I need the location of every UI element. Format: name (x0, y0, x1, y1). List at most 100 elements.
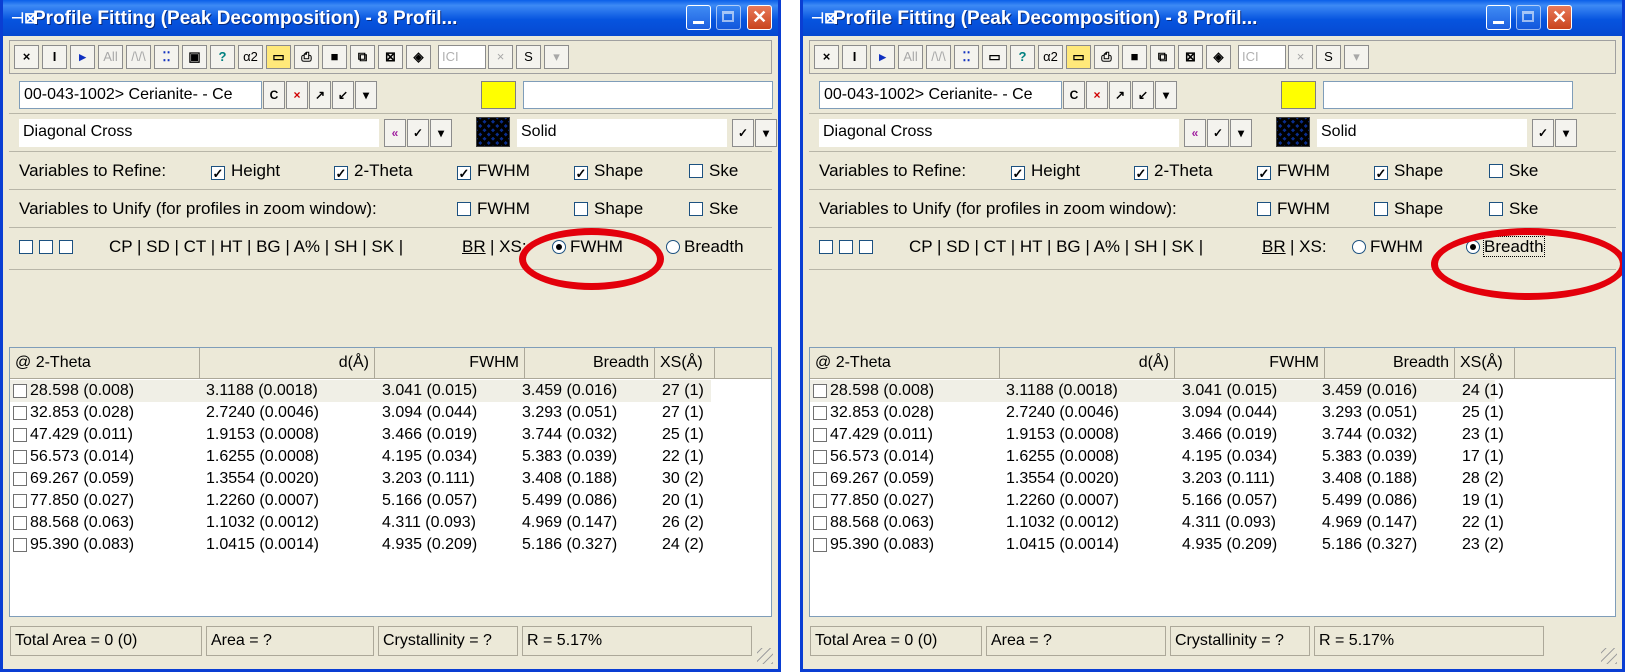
print-icon[interactable]: ⎙ (1094, 45, 1119, 69)
phase-dropdown[interactable]: ▾ (1155, 81, 1177, 109)
row-checkbox[interactable] (13, 428, 27, 442)
col-breadth-header[interactable]: Breadth (525, 348, 655, 378)
table-row[interactable]: 47.429 (0.011) 1.9153 (0.0008) 3.466 (0.… (10, 424, 771, 446)
help-icon[interactable]: ? (210, 45, 235, 69)
copy-icon[interactable]: ⧉ (1150, 45, 1175, 69)
col-fwhm-header[interactable]: FWHM (375, 348, 525, 378)
line-check-icon[interactable]: ✓ (732, 119, 754, 147)
alpha2-icon[interactable]: α2 (238, 45, 263, 69)
minimize-button[interactable] (686, 5, 711, 30)
toolbar-s-button[interactable]: S (1316, 45, 1341, 69)
grid-dots-icon[interactable]: ⁚⁚ (154, 45, 179, 69)
pattern-dropdown[interactable]: ▾ (430, 119, 452, 147)
phase-color-swatch[interactable] (1281, 81, 1316, 109)
col-xs-header[interactable]: XS(Å) (655, 348, 715, 378)
cursor-i-button[interactable]: I (42, 45, 67, 69)
unify-shape[interactable]: Shape (574, 199, 643, 219)
unify-fwhm[interactable]: FWHM (1257, 199, 1330, 219)
col-breadth-header[interactable]: Breadth (1325, 348, 1455, 378)
resize-grip[interactable] (1601, 648, 1617, 664)
toolbar-x-button[interactable]: × (488, 45, 513, 69)
table-row[interactable]: 88.568 (0.063) 1.1032 (0.0012) 4.311 (0.… (810, 512, 1615, 534)
unify-skew[interactable]: Ske (1489, 199, 1538, 219)
column-codes[interactable]: CP | SD | CT | HT | BG | A% | SH | SK | (909, 237, 1203, 257)
row-checkbox[interactable] (813, 516, 827, 530)
xs-fwhm-radio[interactable]: FWHM (1352, 237, 1423, 257)
option-checkboxes[interactable] (819, 237, 879, 257)
all-button[interactable]: All (98, 45, 123, 69)
toolbar-input[interactable]: ICI (1238, 45, 1286, 69)
row-checkbox[interactable] (13, 494, 27, 508)
table-row[interactable]: 69.267 (0.059) 1.3554 (0.0020) 3.203 (0.… (10, 468, 771, 490)
refine-skew[interactable]: Ske (1489, 161, 1538, 181)
row-checkbox[interactable] (13, 406, 27, 420)
play-icon[interactable]: ▸ (870, 45, 895, 69)
line-dropdown[interactable]: ▾ (755, 119, 777, 147)
col-d-header[interactable]: d(Å) (1000, 348, 1175, 378)
export-icon[interactable]: ⊠ (1178, 45, 1203, 69)
gem-icon[interactable]: ◈ (1206, 45, 1231, 69)
unify-fwhm[interactable]: FWHM (457, 199, 530, 219)
phase-delete-button[interactable]: × (1086, 81, 1108, 109)
close-profile-button[interactable]: × (814, 45, 839, 69)
table-row[interactable]: 47.429 (0.011) 1.9153 (0.0008) 3.466 (0.… (810, 424, 1615, 446)
play-icon[interactable]: ▸ (70, 45, 95, 69)
peaks-icon[interactable]: /\/\ (926, 45, 951, 69)
row-checkbox[interactable] (813, 538, 827, 552)
table-row[interactable]: 28.598 (0.008) 3.1188 (0.0018) 3.041 (0.… (810, 380, 1504, 402)
cursor-i-button[interactable]: I (842, 45, 867, 69)
line-dropdown[interactable]: ▾ (1555, 119, 1577, 147)
phase-c-button[interactable]: C (1063, 81, 1085, 109)
row-checkbox[interactable] (13, 516, 27, 530)
pattern-check-icon[interactable]: ✓ (1207, 119, 1229, 147)
toolbar-dropdown[interactable]: ▾ (1344, 45, 1369, 69)
row-checkbox[interactable] (13, 538, 27, 552)
panel-icon[interactable]: ▣ (182, 45, 207, 69)
pattern-swatch[interactable] (1276, 117, 1310, 147)
phase-field[interactable]: 00-043-1002> Cerianite- - Ce (819, 81, 1062, 109)
phase-extra-select[interactable] (1323, 81, 1573, 109)
refine-2theta[interactable]: ✓ 2-Theta (1134, 161, 1213, 181)
pattern-check-icon[interactable]: ✓ (407, 119, 429, 147)
pattern-up-icon[interactable]: « (1184, 119, 1206, 147)
toolbar-dropdown[interactable]: ▾ (544, 45, 569, 69)
row-checkbox[interactable] (813, 472, 827, 486)
close-button[interactable]: ✕ (1547, 5, 1572, 30)
row-checkbox[interactable] (813, 384, 827, 398)
phase-down-button[interactable]: ↙ (1132, 81, 1154, 109)
table-row[interactable]: 32.853 (0.028) 2.7240 (0.0046) 3.094 (0.… (10, 402, 771, 424)
unify-skew[interactable]: Ske (689, 199, 738, 219)
print-icon[interactable]: ⎙ (294, 45, 319, 69)
folder-icon[interactable]: ▭ (266, 45, 291, 69)
title-bar[interactable]: ⊣⊠ Profile Fitting (Peak Decomposition) … (3, 0, 778, 36)
title-bar[interactable]: ⊣⊠ Profile Fitting (Peak Decomposition) … (803, 0, 1622, 36)
col-xs-header[interactable]: XS(Å) (1455, 348, 1515, 378)
panel-icon[interactable]: ▭ (982, 45, 1007, 69)
col-d-header[interactable]: d(Å) (200, 348, 375, 378)
alpha2-icon[interactable]: α2 (1038, 45, 1063, 69)
copy-icon[interactable]: ⧉ (350, 45, 375, 69)
export-icon[interactable]: ⊠ (378, 45, 403, 69)
maximize-button[interactable] (1516, 5, 1541, 30)
save-icon[interactable]: ■ (1122, 45, 1147, 69)
row-checkbox[interactable] (813, 428, 827, 442)
row-checkbox[interactable] (13, 384, 27, 398)
refine-fwhm[interactable]: ✓ FWHM (457, 161, 530, 181)
table-row[interactable]: 32.853 (0.028) 2.7240 (0.0046) 3.094 (0.… (810, 402, 1615, 424)
refine-2theta[interactable]: ✓ 2-Theta (334, 161, 413, 181)
line-style-field[interactable]: Solid (1317, 119, 1527, 147)
fill-pattern-field[interactable]: Diagonal Cross (19, 119, 379, 147)
maximize-button[interactable] (716, 5, 741, 30)
br-code[interactable]: BR (1262, 237, 1286, 257)
xs-breadth-radio[interactable]: Breadth (666, 237, 744, 257)
column-codes[interactable]: CP | SD | CT | HT | BG | A% | SH | SK | (109, 237, 403, 257)
pattern-swatch[interactable] (476, 117, 510, 147)
phase-extra-select[interactable] (523, 81, 773, 109)
phase-field[interactable]: 00-043-1002> Cerianite- - Ce (19, 81, 262, 109)
refine-skew[interactable]: Ske (689, 161, 738, 181)
col-fwhm-header[interactable]: FWHM (1175, 348, 1325, 378)
toolbar-x-button[interactable]: × (1288, 45, 1313, 69)
row-checkbox[interactable] (813, 406, 827, 420)
table-row[interactable]: 28.598 (0.008) 3.1188 (0.0018) 3.041 (0.… (10, 380, 711, 402)
gem-icon[interactable]: ◈ (406, 45, 431, 69)
